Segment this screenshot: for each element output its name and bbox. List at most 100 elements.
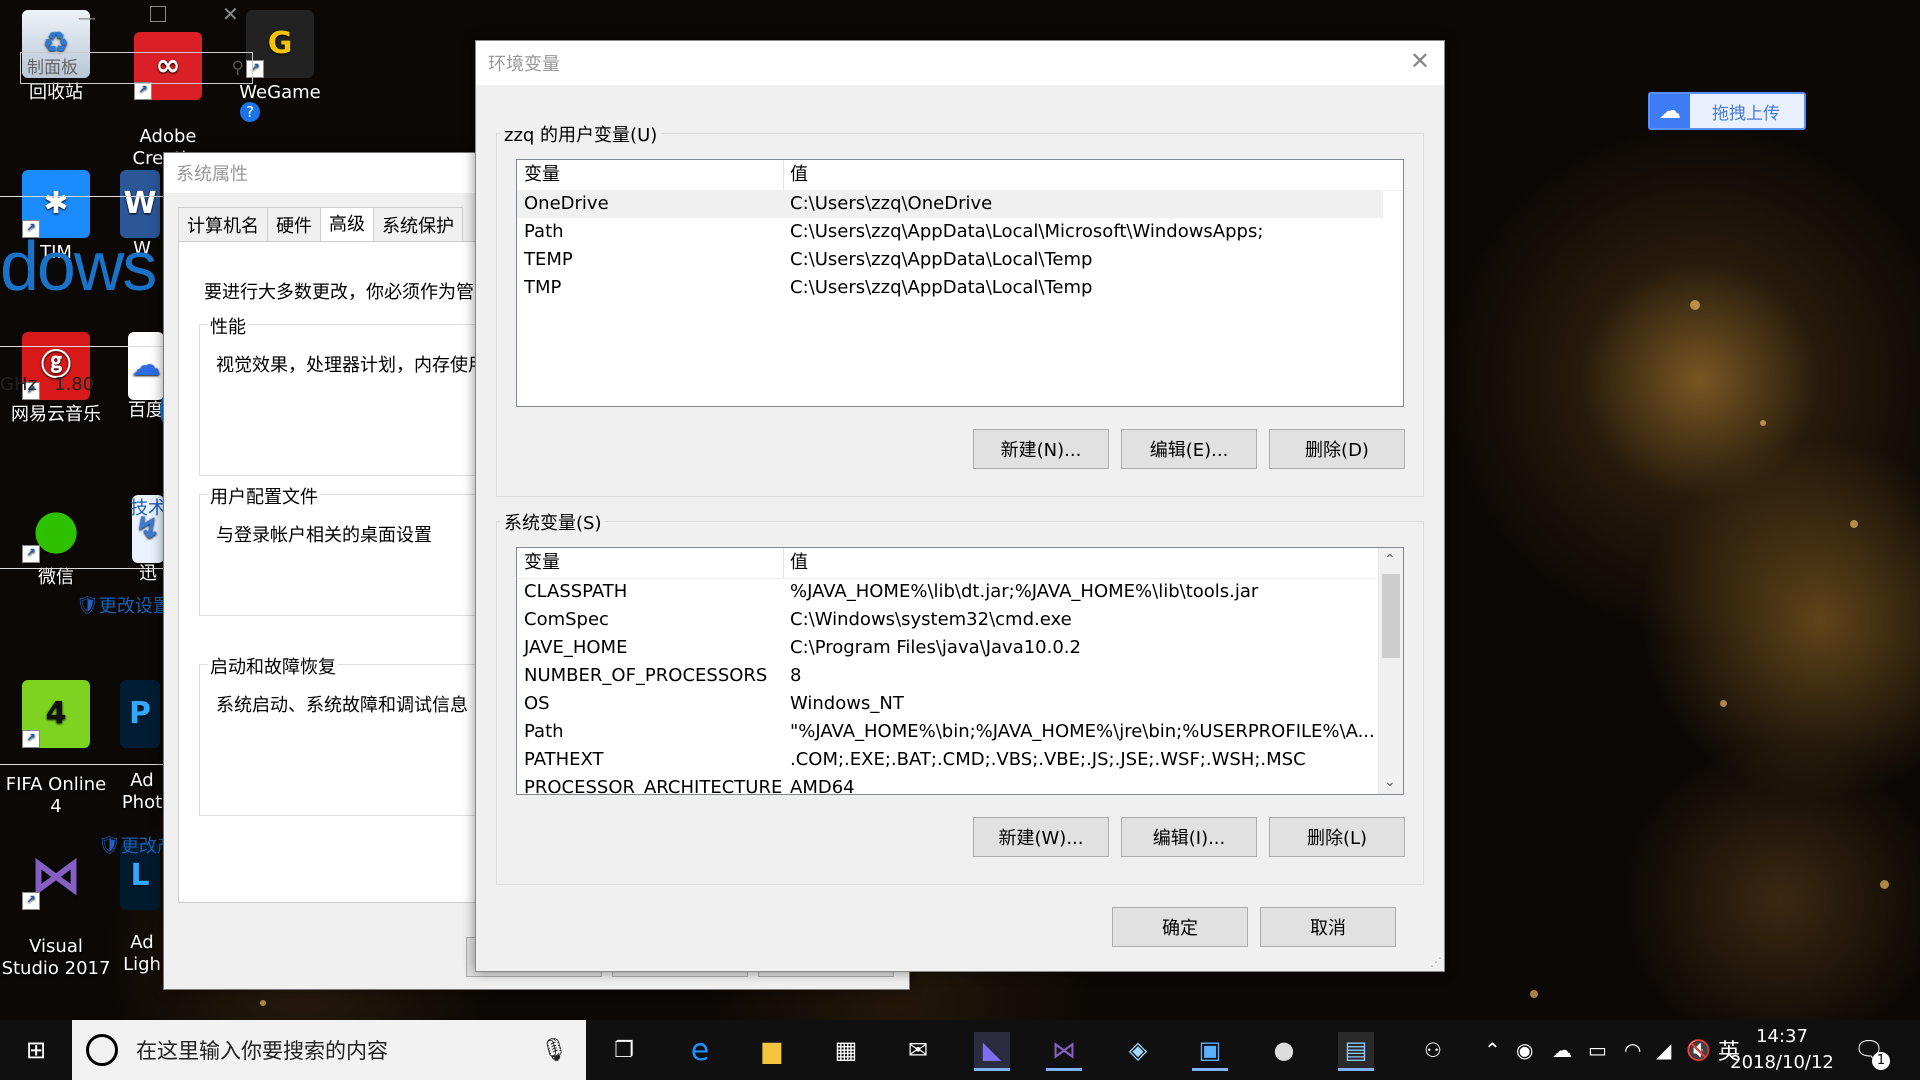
store-icon[interactable]: ▦ <box>828 1032 864 1068</box>
tab-hardware[interactable]: 硬件 <box>267 207 321 242</box>
user-edit-button[interactable]: 编辑(E)... <box>1121 429 1257 469</box>
variable-name: OneDrive <box>524 193 609 214</box>
action-center-icon[interactable]: 🗨 1 <box>1854 1020 1890 1080</box>
onedrive-icon[interactable]: ☁ <box>1552 1020 1572 1080</box>
tab-computer-name[interactable]: 计算机名 <box>178 207 268 242</box>
startup-recovery-title: 启动和故障恢复 <box>208 653 338 679</box>
environment-variables-dialog[interactable]: 环境变量 ✕ zzq 的用户变量(U) 变量 值 OneDrive C:\Use… <box>475 40 1445 972</box>
desktop-icon-fifa[interactable]: 4 ↗ FIFA Online 4 <box>0 658 112 818</box>
minimize-button[interactable]: — <box>78 8 96 29</box>
clock[interactable]: 14:37 2018/10/12 <box>1730 1020 1834 1080</box>
wegame-icon: G ↗ <box>246 10 314 78</box>
cancel-button[interactable]: 取消 <box>1260 907 1396 947</box>
table-row[interactable]: OneDrive C:\Users\zzq\OneDrive <box>517 190 1383 218</box>
system-edit-button[interactable]: 编辑(I)... <box>1121 817 1257 857</box>
desktop-icon-label: Visual Studio 2017 <box>1 936 111 979</box>
desktop-icon-photoshop[interactable]: P Ad Phot <box>120 658 164 814</box>
desktop-icon-adobe-cc[interactable]: ∞↗ Adobe Creati... <box>120 10 216 170</box>
variable-name: Path <box>524 221 564 242</box>
performance-desc: 视觉效果，处理器计划，内存使用 <box>216 355 486 376</box>
tool-icon[interactable]: ◈ <box>1120 1032 1156 1068</box>
file-explorer-icon[interactable]: ▆ <box>754 1032 790 1068</box>
taskbar-search-box[interactable]: 在这里输入你要搜索的内容 🎙 <box>72 1020 586 1080</box>
control-panel-taskbar-icon[interactable]: ▣ <box>1192 1032 1228 1071</box>
system-properties-taskbar-icon[interactable]: ▤ <box>1338 1032 1374 1071</box>
battery-icon[interactable]: ▭ <box>1588 1020 1607 1080</box>
list-header: 变量 值 <box>517 160 1403 191</box>
visual-studio-taskbar-icon[interactable]: ⋈ <box>1046 1032 1082 1071</box>
wallpaper-sparkle <box>1850 520 1858 528</box>
microphone-icon[interactable]: 🎙 <box>540 1038 568 1063</box>
wifi-icon[interactable]: ◠ <box>1624 1020 1641 1080</box>
column-separator <box>783 548 784 578</box>
task-view-icon[interactable]: ❐ <box>606 1032 642 1068</box>
user-variables-label: zzq 的用户变量(U) <box>500 121 662 147</box>
change-settings-link[interactable]: 🛡 更改设置 <box>76 592 171 618</box>
window-title: 系统属性 <box>176 164 248 185</box>
performance-title: 性能 <box>208 313 248 339</box>
desktop-icon-label: 微信 <box>38 567 74 588</box>
desktop-icon-wechat[interactable]: ● ↗ 微信 <box>8 495 104 589</box>
column-header-value[interactable]: 值 <box>790 548 808 578</box>
system-variables-label: 系统变量(S) <box>500 509 606 535</box>
tray-app-icon[interactable]: ◉ <box>1516 1020 1533 1080</box>
system-new-button[interactable]: 新建(W)... <box>973 817 1109 857</box>
variable-value: C:\Users\zzq\AppData\Local\Temp <box>790 249 1093 270</box>
baidu-upload-badge[interactable]: ☁ 拖拽上传 <box>1648 92 1806 130</box>
wallpaper-sparkle <box>1760 420 1766 426</box>
sphere-app-icon[interactable]: ● <box>1266 1032 1302 1068</box>
user-profiles-desc: 与登录帐户相关的桌面设置 <box>216 525 432 546</box>
control-panel-search[interactable]: 制面板 ⚲ <box>20 52 253 84</box>
variable-value: .COM;.EXE;.BAT;.CMD;.VBS;.VBE;.JS;.JSE;.… <box>790 749 1306 770</box>
close-icon[interactable]: ✕ <box>1410 47 1430 75</box>
variable-value: C:\Users\zzq\AppData\Local\Temp <box>790 277 1093 298</box>
wallpaper-sparkle <box>260 1000 266 1006</box>
tab-system-protection[interactable]: 系统保护 <box>373 207 463 242</box>
tab-advanced[interactable]: 高级 <box>320 207 374 242</box>
desktop-icon-label: Ad Phot <box>121 770 163 813</box>
user-delete-button[interactable]: 删除(D) <box>1269 429 1405 469</box>
wallpaper-sparkle <box>1880 880 1889 889</box>
ok-button[interactable]: 确定 <box>1112 907 1248 947</box>
desktop-icon-visual-studio[interactable]: ⋈ ↗ Visual Studio 2017 <box>0 820 112 980</box>
tab-strip: 计算机名 硬件 高级 系统保护 <box>178 207 463 242</box>
mail-icon[interactable]: ✉ <box>900 1032 936 1068</box>
app-icon-active[interactable]: ◣ <box>974 1032 1010 1071</box>
resize-grip-icon[interactable]: ⋰ <box>1430 955 1442 969</box>
column-header-variable[interactable]: 变量 <box>524 160 560 190</box>
wallpaper-sparkle <box>1690 300 1700 310</box>
help-icon[interactable]: ? <box>240 102 260 122</box>
maximize-button[interactable] <box>150 6 166 22</box>
column-header-variable[interactable]: 变量 <box>524 548 560 578</box>
show-hidden-icons[interactable]: ⌃ <box>1484 1020 1501 1080</box>
clock-time: 14:37 <box>1756 1026 1808 1047</box>
taskbar: ⊞ 在这里输入你要搜索的内容 🎙 ❐ e ▆ ▦ ✉ ◣ ⋈ ◈ ▣ ● ▤ ⚇… <box>0 1020 1920 1080</box>
system-variables-list[interactable]: 变量 值 CLASSPATH %JAVA_HOME%\lib\dt.jar;%J… <box>516 547 1404 795</box>
user-new-button[interactable]: 新建(N)... <box>973 429 1109 469</box>
column-header-value[interactable]: 值 <box>790 160 808 190</box>
edge-browser-icon[interactable]: e <box>682 1032 718 1068</box>
title-bar: 环境变量 ✕ <box>476 41 1444 85</box>
variable-name: Path <box>524 721 564 742</box>
user-profiles-title: 用户配置文件 <box>208 483 320 509</box>
desktop-icon-label: FIFA Online 4 <box>5 774 107 817</box>
variable-value: C:\Users\zzq\OneDrive <box>790 193 993 214</box>
volume-mute-icon[interactable]: 🔇 <box>1686 1020 1711 1080</box>
desktop-icon-label: 回收站 <box>29 82 83 103</box>
vertical-scrollbar[interactable]: ⌃ ⌄ <box>1378 548 1403 794</box>
people-icon[interactable]: ⚇ <box>1424 1020 1442 1080</box>
scroll-up-icon[interactable]: ⌃ <box>1384 552 1396 568</box>
user-variables-list[interactable]: 变量 值 OneDrive C:\Users\zzq\OneDrive Path… <box>516 159 1404 407</box>
fifa-icon: 4 ↗ <box>22 680 90 748</box>
network-signal-icon[interactable]: ◢ <box>1656 1020 1671 1080</box>
windows-start-icon[interactable]: ⊞ <box>18 1032 54 1068</box>
close-button[interactable]: ✕ <box>222 2 239 26</box>
system-delete-button[interactable]: 删除(L) <box>1269 817 1405 857</box>
scroll-down-icon[interactable]: ⌄ <box>1384 774 1396 790</box>
scroll-thumb[interactable] <box>1382 574 1400 658</box>
change-settings-label: 更改设置 <box>98 596 171 617</box>
desktop-icon-label: 网易云音乐 <box>11 404 101 425</box>
shield-icon: 🛡 <box>98 834 121 856</box>
startup-recovery-desc: 系统启动、系统故障和调试信息 <box>216 695 468 716</box>
variable-value: C:\Windows\system32\cmd.exe <box>790 609 1072 630</box>
